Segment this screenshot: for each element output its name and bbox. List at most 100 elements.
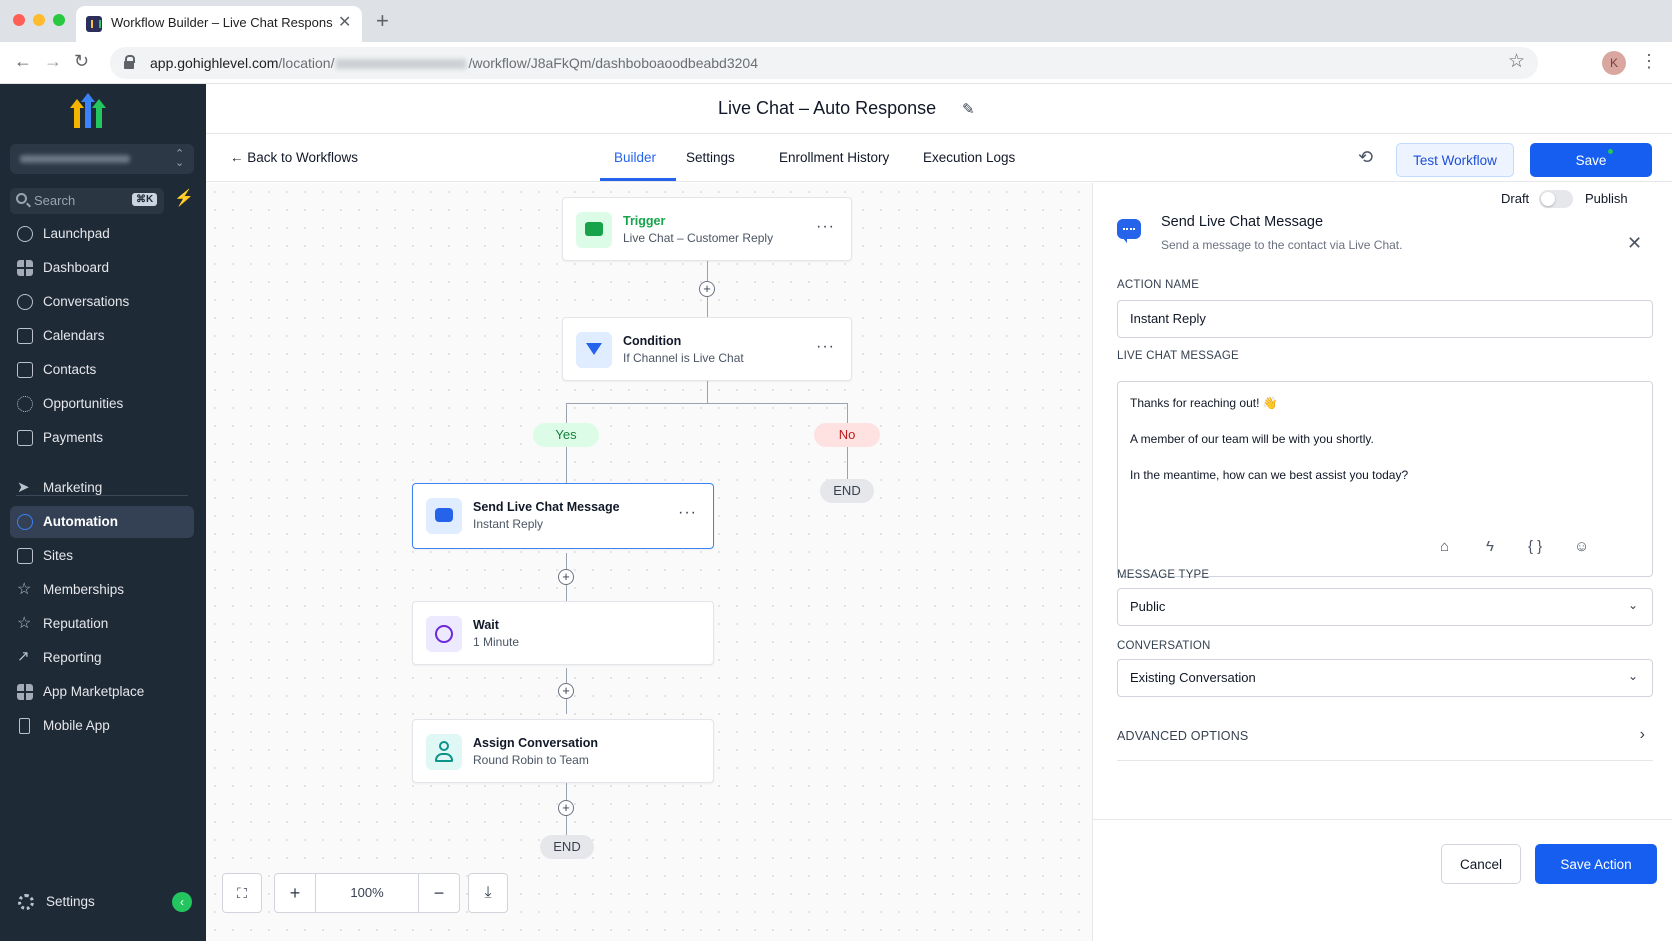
custom-values-braces-icon[interactable]: { } xyxy=(1528,538,1542,555)
brand-logo xyxy=(70,93,106,128)
sidebar-item-app-marketplace[interactable]: App Marketplace xyxy=(10,676,194,708)
sidebar-search-input[interactable]: Search ⌘K xyxy=(10,188,164,214)
yes-branch-label: Yes xyxy=(533,423,599,447)
sidebar-item-automation[interactable]: Automation xyxy=(10,506,194,538)
sidebar-item-memberships[interactable]: ☆ Memberships xyxy=(10,574,194,606)
trigger-node[interactable]: Trigger Live Chat – Customer Reply ··· xyxy=(562,197,852,261)
workflow-tabs-row: ← Back to Workflows Builder Settings Enr… xyxy=(206,134,1672,182)
assign-conversation-node[interactable]: Assign Conversation Round Robin to Team xyxy=(412,719,714,783)
version-history-icon[interactable]: ⟲ xyxy=(1358,147,1373,168)
sidebar-item-dashboard[interactable]: Dashboard xyxy=(10,252,194,284)
main-area: Live Chat – Auto Response ✎ ← Back to Wo… xyxy=(206,84,1672,941)
download-icon: ⤓ xyxy=(484,884,492,901)
action-name-label: ACTION NAME xyxy=(1117,279,1200,291)
add-step-plus-icon[interactable]: + xyxy=(558,683,574,699)
logo-arrow-green xyxy=(92,99,106,128)
wait-node[interactable]: Wait 1 Minute xyxy=(412,601,714,665)
live-chat-message-textarea[interactable]: Thanks for reaching out! 👋 A member of o… xyxy=(1117,381,1653,577)
chat-bubble-icon xyxy=(17,294,33,310)
account-switcher[interactable]: ⌃ ⌄ xyxy=(10,144,194,174)
redacted-segment xyxy=(336,59,467,70)
favicon-icon xyxy=(86,16,102,32)
sidebar-item-payments[interactable]: Payments xyxy=(10,422,194,454)
tab-enrollment-history[interactable]: Enrollment History xyxy=(779,150,889,165)
zoom-level: 100% xyxy=(350,885,384,900)
zoom-in-icon[interactable]: + xyxy=(275,874,315,912)
grid-icon xyxy=(17,260,33,276)
reload-icon[interactable]: ↻ xyxy=(74,51,89,72)
forward-arrow-icon[interactable]: → xyxy=(44,51,62,72)
emoji-icon[interactable]: ☺ xyxy=(1574,538,1589,555)
bookmark-star-icon[interactable]: ☆ xyxy=(1508,50,1525,73)
message-type-select[interactable]: Public ⌄ xyxy=(1117,588,1653,626)
more-options-icon[interactable]: ··· xyxy=(816,218,835,236)
browser-window: Workflow Builder – Live Chat Response ✕ … xyxy=(0,0,1672,941)
sidebar-item-reputation[interactable]: ☆ Reputation xyxy=(10,608,194,640)
chevron-down-icon: ⌄ xyxy=(1627,669,1638,683)
sidebar-item-reporting[interactable]: ↗ Reporting xyxy=(10,642,194,674)
sidebar-item-sites[interactable]: Sites xyxy=(10,540,194,572)
fit-screen-button[interactable]: ⛶ xyxy=(222,873,262,913)
tab-close-icon[interactable]: ✕ xyxy=(338,12,351,32)
action-name-input[interactable]: Instant Reply xyxy=(1117,300,1653,338)
sidebar-item-calendars[interactable]: Calendars xyxy=(10,320,194,352)
calendar-icon xyxy=(17,328,33,344)
close-panel-icon[interactable]: ✕ xyxy=(1627,233,1642,254)
add-step-plus-icon[interactable]: + xyxy=(558,569,574,585)
browser-menu-icon[interactable]: ⋮ xyxy=(1640,51,1658,72)
publish-label: Publish xyxy=(1585,191,1628,206)
send-live-chat-node[interactable]: Send Live Chat Message Instant Reply ··· xyxy=(412,483,714,549)
profile-avatar[interactable]: K xyxy=(1602,51,1626,75)
cancel-button[interactable]: Cancel xyxy=(1441,844,1521,884)
end-pill: END xyxy=(820,479,874,503)
search-icon xyxy=(16,193,27,204)
branch-line xyxy=(566,403,848,404)
quick-action-bolt-icon[interactable]: ⚡ xyxy=(174,188,194,208)
bolt-icon[interactable]: ϟ xyxy=(1486,538,1494,555)
close-window-button[interactable] xyxy=(13,14,25,26)
gear-icon xyxy=(18,894,34,910)
more-options-icon[interactable]: ··· xyxy=(678,504,697,522)
test-workflow-button[interactable]: Test Workflow xyxy=(1396,143,1514,177)
add-step-plus-icon[interactable]: + xyxy=(699,281,715,297)
minimize-window-button[interactable] xyxy=(33,14,45,26)
sidebar-item-contacts[interactable]: Contacts xyxy=(10,354,194,386)
workflow-canvas[interactable]: + + + + Trigger Live Chat – Customer Rep… xyxy=(206,183,1092,941)
condition-node[interactable]: Condition If Channel is Live Chat ··· xyxy=(562,317,852,381)
address-bar[interactable]: app.gohighlevel.com/location//workflow/J… xyxy=(110,47,1538,79)
search-placeholder: Search xyxy=(34,193,76,208)
save-action-button[interactable]: Save Action xyxy=(1535,844,1657,884)
sidebar-item-mobile-app[interactable]: Mobile App xyxy=(10,710,194,742)
browser-toolbar: ← → ↻ app.gohighlevel.com/location//work… xyxy=(0,42,1672,84)
sidebar-item-launchpad[interactable]: Launchpad xyxy=(10,218,194,250)
sidebar-item-opportunities[interactable]: Opportunities xyxy=(10,388,194,420)
tab-settings[interactable]: Settings xyxy=(686,150,735,165)
tab-builder[interactable]: Builder xyxy=(614,150,656,165)
download-button[interactable]: ⤓ xyxy=(468,873,508,913)
save-workflow-button[interactable]: Save xyxy=(1530,143,1652,177)
edit-title-pencil-icon[interactable]: ✎ xyxy=(962,100,975,118)
sidebar-item-settings[interactable]: Settings ‹ xyxy=(10,886,194,918)
tab-execution-logs[interactable]: Execution Logs xyxy=(923,150,1015,165)
sidebar-item-marketing[interactable]: ➤ Marketing xyxy=(10,472,194,504)
tag-icon[interactable]: ⌂ xyxy=(1440,538,1449,555)
more-options-icon[interactable]: ··· xyxy=(816,338,835,356)
back-to-workflows-link[interactable]: ← Back to Workflows xyxy=(230,150,358,165)
action-settings-panel: Draft Publish Send Live Chat Message Sen… xyxy=(1092,183,1672,941)
advanced-options-toggle[interactable]: ADVANCED OPTIONS › xyxy=(1117,721,1653,761)
add-step-plus-icon[interactable]: + xyxy=(558,800,574,816)
draft-label: Draft xyxy=(1501,191,1530,206)
browser-tab[interactable]: Workflow Builder – Live Chat Response ✕ xyxy=(76,6,362,42)
rocket-icon xyxy=(17,226,33,242)
conversation-select[interactable]: Existing Conversation ⌄ xyxy=(1117,659,1653,697)
back-arrow-icon[interactable]: ← xyxy=(14,51,32,72)
sidebar-item-conversations[interactable]: Conversations xyxy=(10,286,194,318)
publish-toggle[interactable] xyxy=(1539,190,1573,208)
collapse-sidebar-button[interactable]: ‹ xyxy=(172,892,192,912)
opportunities-icon xyxy=(17,396,33,412)
new-tab-icon[interactable]: + xyxy=(376,8,389,34)
zoom-out-icon[interactable]: − xyxy=(419,874,459,912)
maximize-window-button[interactable] xyxy=(53,14,65,26)
search-shortcut-badge: ⌘K xyxy=(132,193,158,206)
filter-icon xyxy=(576,332,612,368)
